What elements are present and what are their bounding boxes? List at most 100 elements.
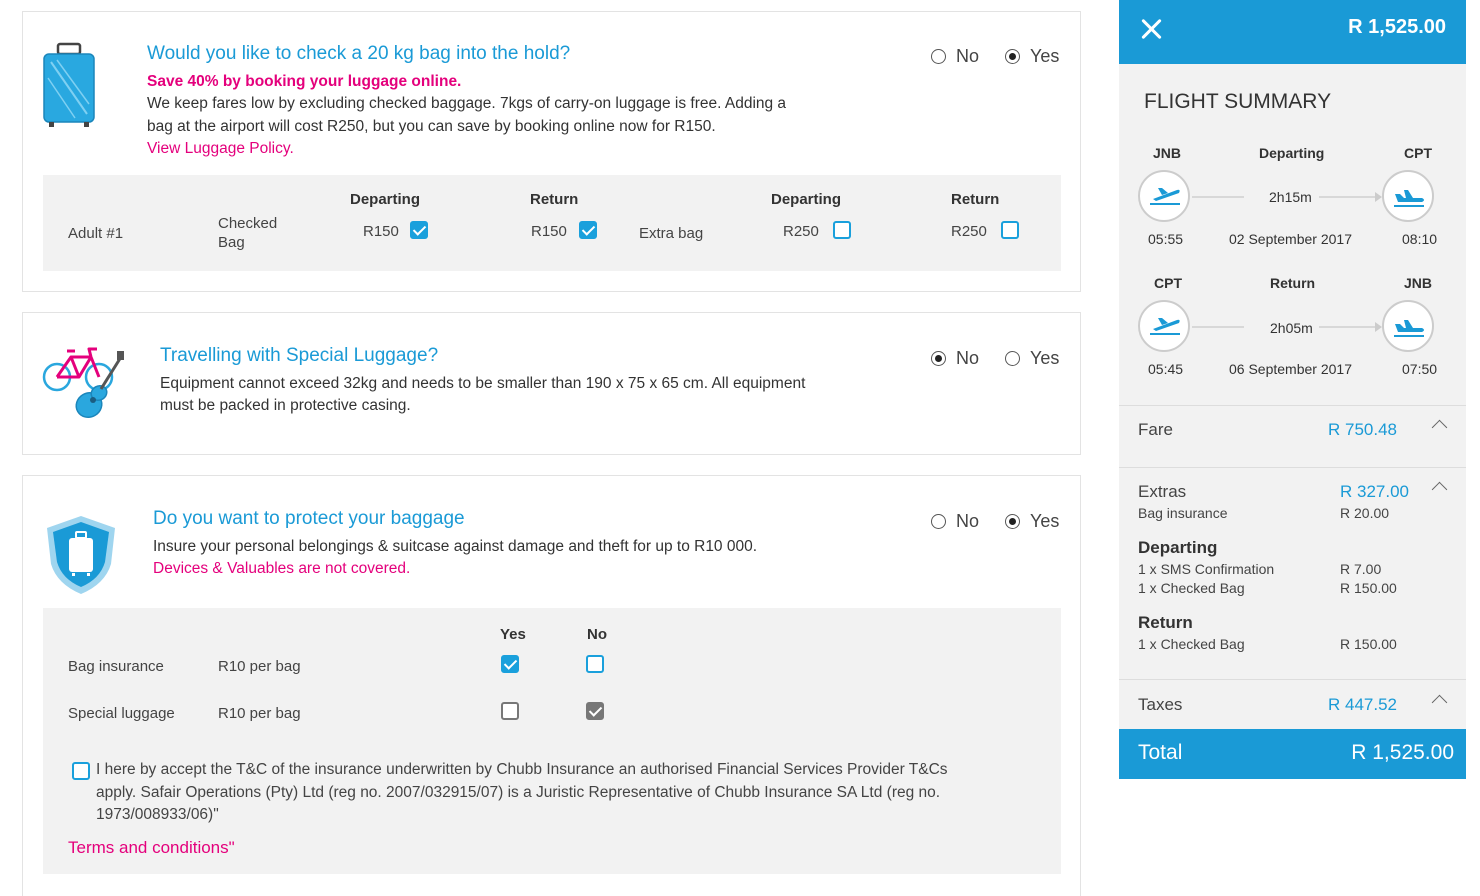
insurance-yes-header: Yes <box>500 626 526 643</box>
special-luggage-no-radio[interactable] <box>931 351 946 366</box>
extra-return-header: Return <box>951 191 1000 208</box>
insurance-terms-line2: apply. Safair Operations (Pty) Ltd (reg … <box>96 784 941 801</box>
baggage-protection-yes-radio[interactable] <box>1005 514 1021 529</box>
divider <box>1119 467 1466 468</box>
radio-label-no: No <box>956 348 980 368</box>
extras-departing-item-label: 1 x Checked Bag <box>1138 580 1245 596</box>
baggage-protection-description: Insure your personal belongings & suitca… <box>153 538 758 555</box>
return-date: 06 September 2017 <box>1229 361 1352 377</box>
baggage-protection-card: Do you want to protect your baggage Insu… <box>22 475 1081 896</box>
valuables-not-covered-note: Devices & Valuables are not covered. <box>153 560 411 577</box>
total-bar: Total R 1,525.00 <box>1119 729 1466 779</box>
special-luggage-yes-radio[interactable] <box>1005 351 1021 366</box>
terms-and-conditions-link[interactable]: Terms and conditions" <box>68 837 235 860</box>
total-label: Total <box>1138 741 1183 764</box>
route-line <box>1192 196 1244 198</box>
radio-label-no: No <box>956 46 980 66</box>
radio-label-yes: Yes <box>1030 511 1060 531</box>
extras-return-item-label: 1 x Checked Bag <box>1138 636 1245 652</box>
bag-selection-table: Adult #1 Checked Bag Departing R150 Retu… <box>43 175 1061 271</box>
return-destination: JNB <box>1404 275 1433 291</box>
chevron-up-icon[interactable] <box>1431 481 1448 498</box>
checked-departing-price: R150 <box>363 223 399 240</box>
route-line <box>1319 326 1376 328</box>
checked-bag-label-1: Checked <box>218 215 278 232</box>
fare-value: R 750.48 <box>1328 420 1397 439</box>
landing-icon <box>1382 170 1434 222</box>
return-leg-label: Return <box>1270 275 1316 291</box>
chevron-up-icon[interactable] <box>1431 419 1448 436</box>
extra-departing-checkbox[interactable] <box>833 221 851 239</box>
baggage-protection-no-radio[interactable] <box>931 514 946 529</box>
return-time: 05:45 <box>1148 361 1184 377</box>
checked-bag-label-2: Bag <box>218 234 245 251</box>
special-luggage-description-line1: Equipment cannot exceed 32kg and needs t… <box>160 375 806 392</box>
extra-return-checkbox[interactable] <box>1001 221 1019 239</box>
checked-bag-yes-radio[interactable] <box>1005 49 1021 64</box>
special-luggage-insurance-price: R10 per bag <box>218 705 301 722</box>
close-icon[interactable] <box>1141 18 1163 40</box>
luggage-promo: Save 40% by booking your luggage online. <box>147 73 462 90</box>
suitcase-icon <box>43 42 95 127</box>
checked-departing-header: Departing <box>350 191 421 208</box>
header-total-amount: R 1,525.00 <box>1348 16 1446 38</box>
special-luggage-radio-group: No Yes <box>931 348 1059 369</box>
baggage-protection-radio-group: No Yes <box>931 511 1059 532</box>
luggage-description-line2: bag at the airport will cost R250, but y… <box>147 118 716 135</box>
return-arrival-time: 07:50 <box>1402 361 1438 377</box>
route-line <box>1192 326 1244 328</box>
radio-label-no: No <box>956 511 980 531</box>
checked-return-checkbox[interactable] <box>579 221 597 239</box>
view-luggage-policy-link[interactable]: View Luggage Policy. <box>147 138 294 161</box>
flight-summary-title: FLIGHT SUMMARY <box>1144 90 1332 113</box>
extra-return-price: R250 <box>951 223 987 240</box>
baggage-protection-question: Do you want to protect your baggage <box>153 508 465 529</box>
total-value: R 1,525.00 <box>1351 741 1454 764</box>
taxes-value: R 447.52 <box>1328 695 1397 714</box>
summary-header: R 1,525.00 <box>1119 0 1466 64</box>
special-luggage-card: Travelling with Special Luggage? Equipme… <box>22 312 1081 455</box>
bag-insurance-summary-label: Bag insurance <box>1138 505 1228 521</box>
insurance-no-header: No <box>587 626 607 643</box>
extra-departing-header: Departing <box>771 191 842 208</box>
bicycle-guitar-icon <box>42 347 124 419</box>
passenger-label: Adult #1 <box>68 225 124 242</box>
insurance-options-panel: Yes No Bag insurance R10 per bag Special… <box>43 608 1061 874</box>
extras-label: Extras <box>1138 482 1187 501</box>
special-luggage-description-line2: must be packed in protective casing. <box>160 397 411 414</box>
extras-value: R 327.00 <box>1340 482 1409 501</box>
divider <box>1119 679 1466 680</box>
route-line <box>1319 196 1376 198</box>
checked-return-header: Return <box>530 191 579 208</box>
departing-duration: 2h15m <box>1269 189 1312 205</box>
departing-date: 02 September 2017 <box>1229 231 1352 247</box>
checked-bag-no-radio[interactable] <box>931 49 946 64</box>
shield-suitcase-icon <box>47 516 115 594</box>
checked-bag-radio-group: No Yes <box>931 46 1059 67</box>
bag-insurance-no-checkbox[interactable] <box>586 655 604 673</box>
route-arrow-icon <box>1375 192 1382 202</box>
divider <box>1119 405 1466 406</box>
bag-insurance-price: R10 per bag <box>218 658 301 675</box>
special-luggage-no-checkbox[interactable] <box>586 702 604 720</box>
departing-destination: CPT <box>1404 145 1432 161</box>
takeoff-icon <box>1138 300 1190 352</box>
taxes-label: Taxes <box>1138 695 1183 714</box>
extra-departing-price: R250 <box>783 223 819 240</box>
radio-label-yes: Yes <box>1030 348 1060 368</box>
extras-departing-item-label: 1 x SMS Confirmation <box>1138 561 1275 577</box>
extras-departing-heading: Departing <box>1138 538 1218 557</box>
landing-icon <box>1382 300 1434 352</box>
extras-departing-item-value: R 7.00 <box>1340 561 1382 577</box>
special-luggage-question: Travelling with Special Luggage? <box>160 345 439 366</box>
bag-insurance-yes-checkbox[interactable] <box>501 655 519 673</box>
special-luggage-yes-checkbox[interactable] <box>501 702 519 720</box>
takeoff-icon <box>1138 170 1190 222</box>
checked-departing-checkbox[interactable] <box>410 221 428 239</box>
accept-terms-checkbox[interactable] <box>72 762 90 780</box>
radio-label-yes: Yes <box>1030 46 1060 66</box>
extra-bag-label: Extra bag <box>639 225 704 242</box>
special-luggage-insurance-label: Special luggage <box>68 705 175 722</box>
extras-return-item-value: R 150.00 <box>1340 636 1397 652</box>
chevron-up-icon[interactable] <box>1431 694 1448 711</box>
